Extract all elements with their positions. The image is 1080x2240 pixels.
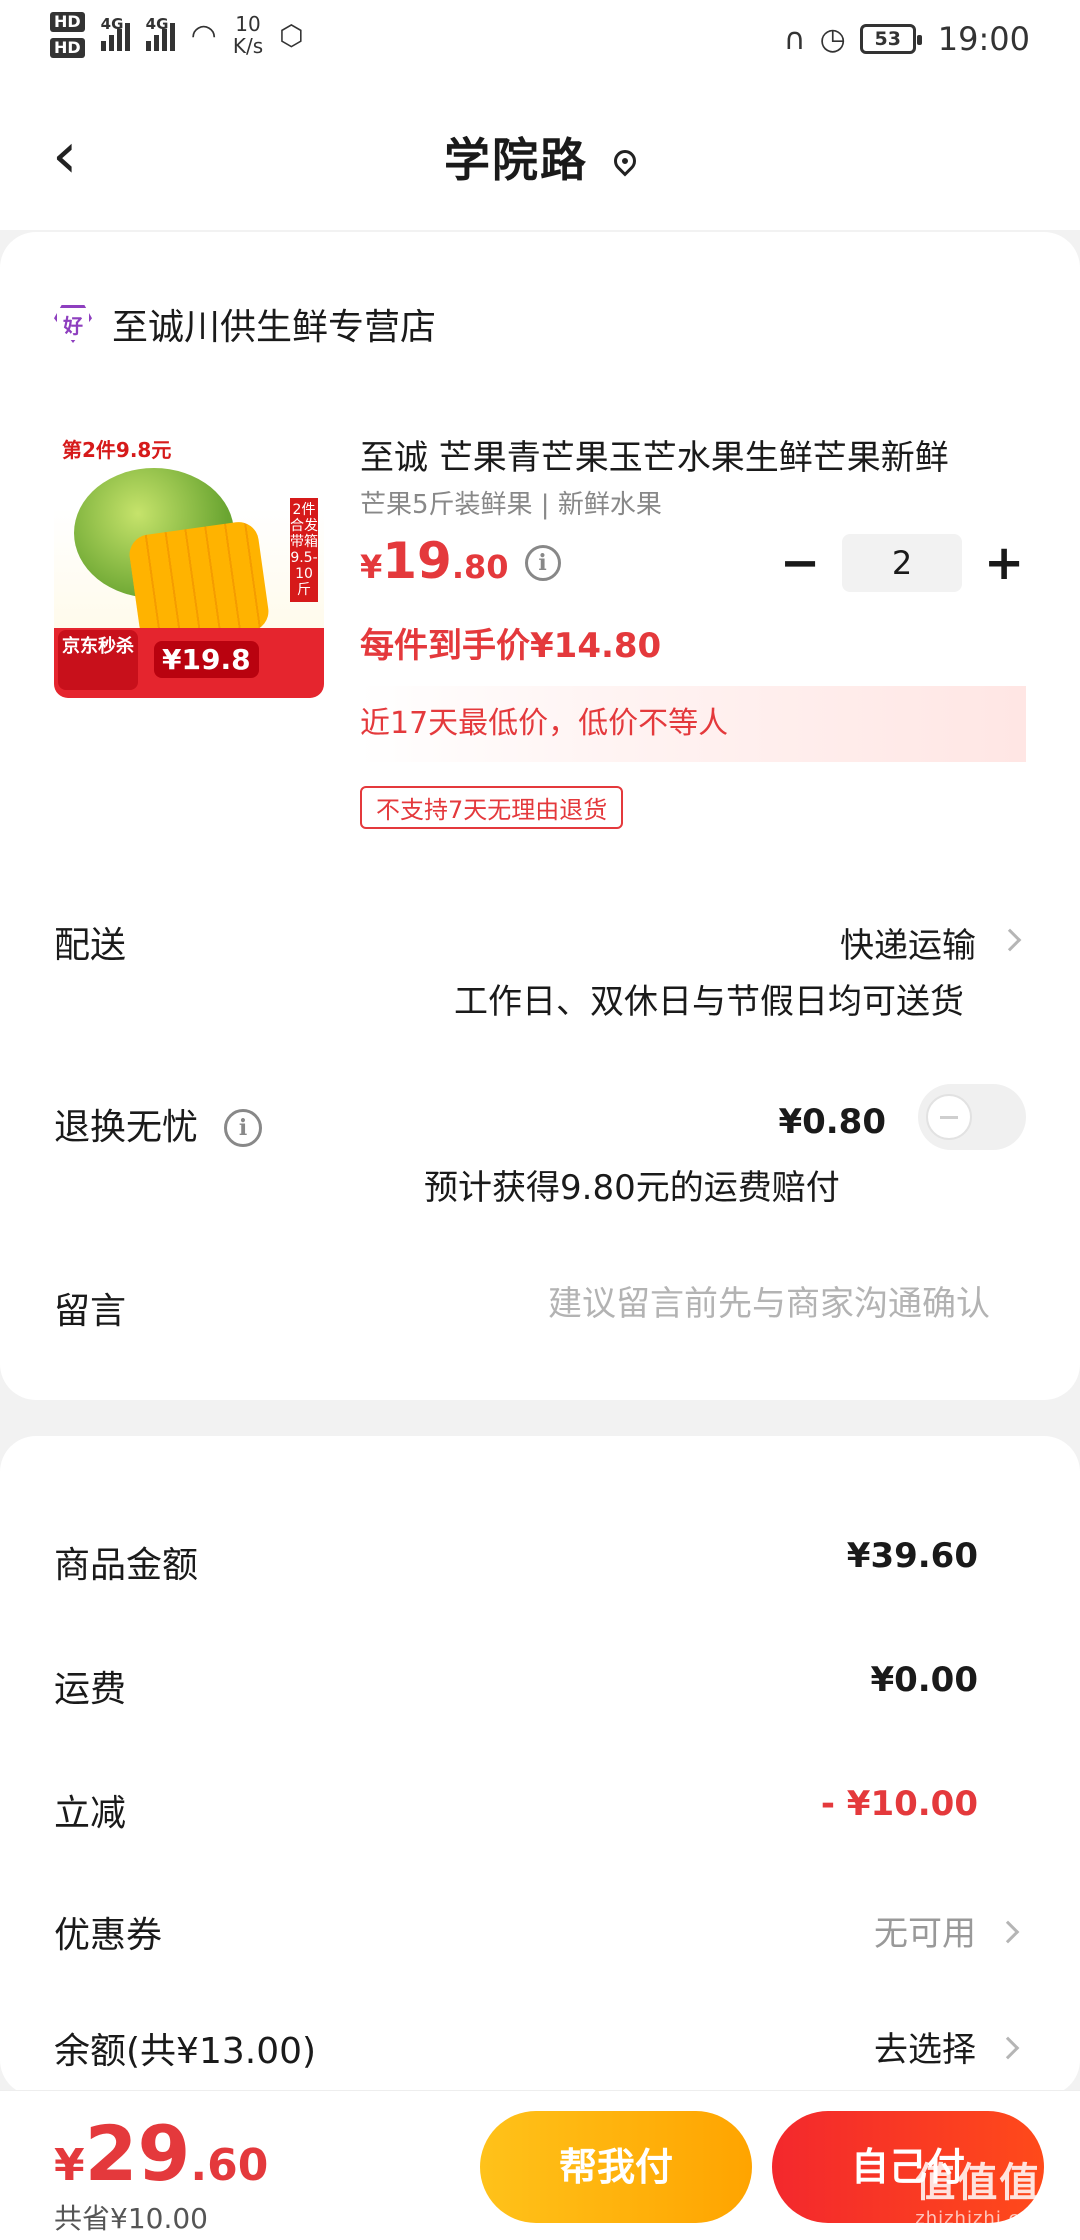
price-symbol: ¥ bbox=[360, 548, 383, 586]
wifi-icon: ◠ bbox=[190, 17, 217, 53]
balance-value: 去选择 bbox=[874, 2030, 976, 2070]
return-insurance-price: ¥0.80 bbox=[778, 1102, 886, 1142]
total-integer: 29 bbox=[84, 2109, 191, 2198]
address-text: 学院路 bbox=[444, 133, 588, 187]
clock: 19:00 bbox=[937, 20, 1030, 58]
product-image[interactable]: 第2件9.8元 2件合发带箱9.5-10斤 京东秒杀 ¥19.8 bbox=[54, 428, 324, 698]
status-bar-left: HD HD 4G 4G ◠ 10 K/s ⬡ bbox=[50, 12, 304, 58]
battery-icon: 53 bbox=[859, 24, 922, 54]
alarm-icon: ◷ bbox=[819, 21, 846, 57]
delivery-chevron-icon[interactable] bbox=[998, 928, 1022, 952]
speed-unit: K/s bbox=[232, 34, 264, 58]
return-insurance-desc: 预计获得9.80元的运费赔付 bbox=[424, 1168, 840, 1208]
product-spec: 芒果5斤装鲜果 | 新鲜水果 bbox=[360, 490, 662, 520]
order-card: 好 至诚川供生鲜专营店 第2件9.8元 2件合发带箱9.5-10斤 京东秒杀 ¥… bbox=[0, 232, 1080, 1400]
toggle-knob bbox=[926, 1094, 972, 1140]
return-insurance-toggle[interactable] bbox=[918, 1084, 1026, 1150]
nav-bar: ‹ 学院路 bbox=[0, 80, 1080, 230]
hd-indicators: HD HD bbox=[50, 12, 85, 58]
price-integer: 19 bbox=[382, 532, 452, 590]
balance-label: 余额(共¥13.00) bbox=[54, 2031, 317, 2072]
signal-icon-1: 4G bbox=[100, 15, 130, 51]
image-price: ¥19.8 bbox=[154, 641, 259, 678]
coupon-chevron-icon bbox=[996, 1920, 1020, 1944]
delivery-method[interactable]: 快递运输 bbox=[840, 918, 976, 967]
shipping-fee-row: 运费 ¥0.00 bbox=[0, 1650, 1080, 1720]
help-pay-button[interactable]: 帮我付 bbox=[480, 2111, 752, 2223]
delivery-label: 配送 bbox=[54, 925, 127, 966]
return-insurance-row: 退换无忧 i bbox=[54, 1098, 263, 1150]
total-symbol: ¥ bbox=[54, 2140, 85, 2191]
headset-icon: ∩ bbox=[783, 21, 806, 57]
discount-row: 立减 - ¥10.00 bbox=[0, 1774, 1080, 1844]
return-insurance-label: 退换无忧 bbox=[54, 1107, 199, 1148]
price-decimal: .80 bbox=[451, 548, 509, 586]
shop-badge-icon: 好 bbox=[54, 305, 92, 343]
image-promo-text: 第2件9.8元 bbox=[62, 438, 172, 462]
image-badge: 京东秒杀 bbox=[58, 630, 138, 690]
return-info-icon[interactable]: i bbox=[224, 1109, 263, 1147]
shipping-fee-label: 运费 bbox=[54, 1669, 127, 1710]
goods-amount-row: 商品金额 ¥39.60 bbox=[0, 1526, 1080, 1596]
increase-button[interactable]: + bbox=[984, 537, 1024, 589]
summary-card: 商品金额 ¥39.60 运费 ¥0.00 立减 - ¥10.00 优惠券 无可用… bbox=[0, 1436, 1080, 2096]
shipping-fee-value: ¥0.00 bbox=[870, 1660, 978, 1700]
signal-icon-2: 4G bbox=[145, 15, 175, 51]
saved-amount: 共省¥10.00 bbox=[54, 2202, 208, 2235]
hd-badge-1: HD bbox=[50, 12, 85, 32]
network-type-2: 4G bbox=[145, 15, 169, 33]
quantity-value[interactable]: 2 bbox=[842, 534, 962, 592]
address-title[interactable]: 学院路 bbox=[0, 124, 1080, 190]
discount-value: - ¥10.00 bbox=[820, 1784, 978, 1824]
message-input[interactable] bbox=[390, 1284, 990, 1324]
watermark-domain: zhizhizhi.com bbox=[915, 2208, 1050, 2229]
coupon-row[interactable]: 优惠券 无可用 bbox=[0, 1896, 1080, 1966]
goods-amount-value: ¥39.60 bbox=[846, 1536, 978, 1576]
product-title[interactable]: 至诚 芒果青芒果玉芒水果生鲜芒果新鲜 bbox=[360, 430, 1030, 479]
hd-badge-2: HD bbox=[50, 38, 85, 58]
balance-row[interactable]: 余额(共¥13.00) 去选择 bbox=[0, 2012, 1080, 2082]
image-side-text: 2件合发带箱9.5-10斤 bbox=[290, 498, 318, 602]
product-price: ¥19.80 i bbox=[360, 532, 561, 590]
total-decimal: .60 bbox=[190, 2140, 269, 2191]
watermark-text: 值值值 bbox=[915, 2160, 1042, 2206]
speed-value: 10 bbox=[235, 12, 261, 36]
price-info-icon[interactable]: i bbox=[524, 545, 561, 581]
message-label: 留言 bbox=[54, 1291, 127, 1332]
status-bar-right: ∩ ◷ 53 19:00 bbox=[784, 20, 1030, 58]
no-return-tag: 不支持7天无理由退货 bbox=[360, 786, 624, 829]
discount-label: 立减 bbox=[54, 1793, 127, 1834]
shop-name: 至诚川供生鲜专营店 bbox=[112, 307, 437, 348]
hand-price: 每件到手价¥14.80 bbox=[360, 626, 662, 666]
location-pin-icon bbox=[609, 145, 641, 177]
hand-icon: ⬡ bbox=[279, 18, 304, 52]
goods-amount-label: 商品金额 bbox=[54, 1545, 199, 1586]
coupon-label: 优惠券 bbox=[54, 1915, 163, 1956]
quantity-stepper: − 2 + bbox=[780, 534, 1024, 592]
network-type-1: 4G bbox=[100, 15, 124, 33]
coupon-value: 无可用 bbox=[874, 1914, 976, 1954]
balance-chevron-icon bbox=[996, 2036, 1020, 2060]
delivery-desc: 工作日、双休日与节假日均可送货 bbox=[454, 982, 964, 1022]
decrease-button[interactable]: − bbox=[780, 537, 820, 589]
watermark: 值值值 zhizhizhi.com bbox=[915, 2150, 1050, 2229]
total-price: ¥29.60 bbox=[54, 2109, 268, 2198]
network-speed: 10 K/s bbox=[233, 13, 263, 57]
lowest-price-note: 近17天最低价，低价不等人 bbox=[360, 686, 1026, 762]
status-bar: HD HD 4G 4G ◠ 10 K/s ⬡ ∩ ◷ 53 19:00 bbox=[0, 0, 1080, 80]
shop-header[interactable]: 好 至诚川供生鲜专营店 bbox=[54, 298, 436, 350]
